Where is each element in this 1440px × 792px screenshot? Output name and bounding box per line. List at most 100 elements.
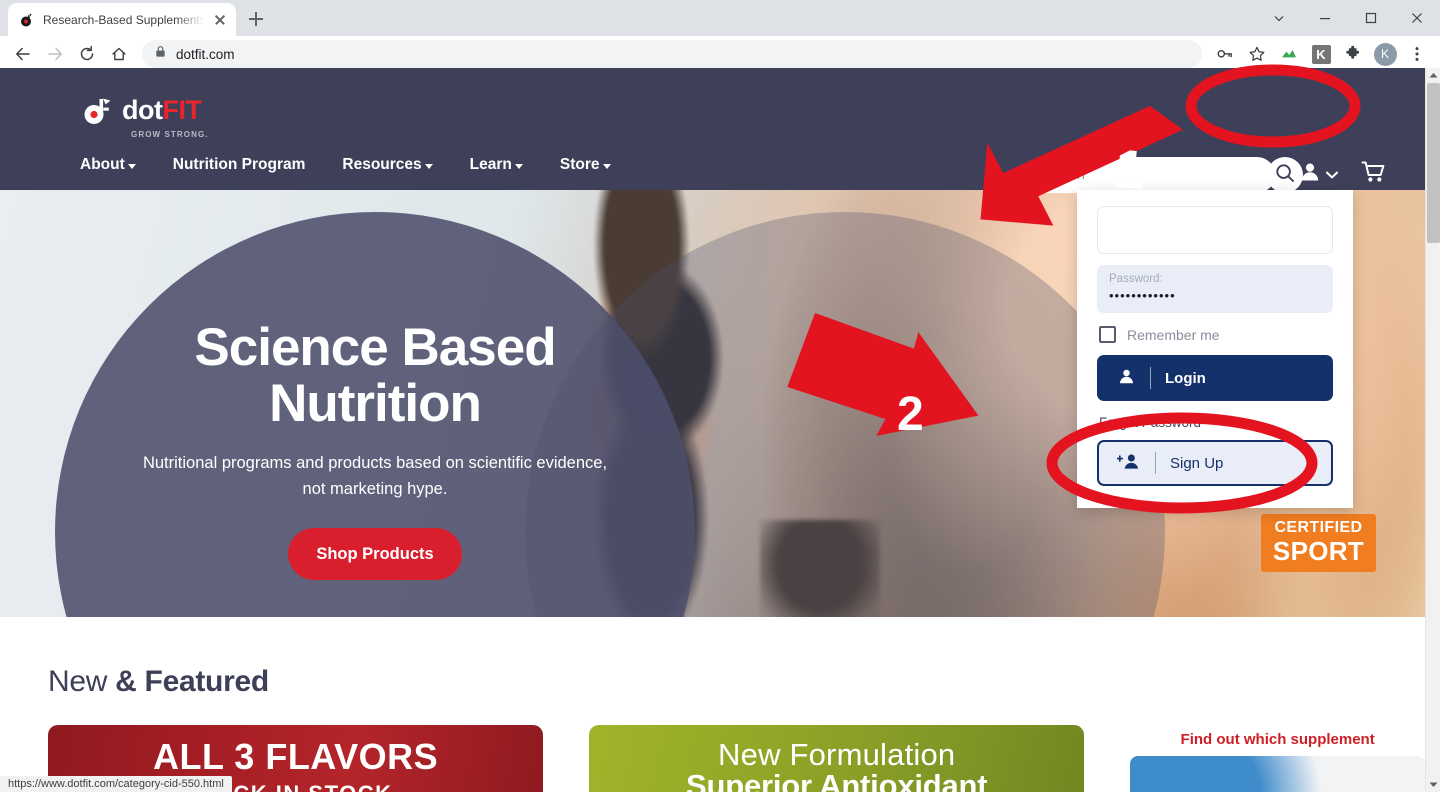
scrollbar-thumb[interactable] <box>1427 83 1440 243</box>
site-header: dotFIT GROW STRONG. About Nutrition Prog… <box>0 68 1425 193</box>
browser-window: Research-Based Supplements An <box>0 0 1440 792</box>
browser-tab[interactable]: Research-Based Supplements An <box>8 3 236 36</box>
badge-line2: SPORT <box>1272 536 1364 566</box>
remember-me-row[interactable]: Remember me <box>1099 326 1333 343</box>
tab-close-icon[interactable] <box>212 12 228 28</box>
close-icon[interactable] <box>1394 0 1440 36</box>
new-tab-button[interactable] <box>242 5 270 33</box>
card-image <box>1130 756 1425 792</box>
profile-avatar[interactable]: K <box>1370 39 1400 69</box>
password-value: •••••••••••• <box>1109 287 1176 303</box>
chevron-down-icon <box>424 164 433 169</box>
lock-icon <box>154 45 167 63</box>
browser-menu-icon[interactable] <box>1402 39 1432 69</box>
remember-me-label: Remember me <box>1127 326 1220 343</box>
shopping-cart-icon <box>1361 161 1387 188</box>
nav-label: Learn <box>469 156 512 173</box>
dotfit-favicon-icon <box>19 12 35 28</box>
collapse-icon[interactable] <box>1256 0 1302 36</box>
user-icon <box>1298 160 1322 189</box>
search-box[interactable] <box>1025 157 1275 193</box>
certified-sport-badge: CERTIFIED SPORT <box>1260 514 1376 572</box>
nav-label: Store <box>559 156 600 173</box>
profile-initial: K <box>1373 42 1397 66</box>
password-label: Password: <box>1109 273 1163 285</box>
puzzle-extension-icon[interactable] <box>1338 39 1368 69</box>
nav-item-about[interactable]: About <box>80 156 136 174</box>
login-button-label: Login <box>1165 369 1206 387</box>
nav-label: About <box>80 156 125 173</box>
nav-label: Resources <box>342 156 422 173</box>
login-button[interactable]: Login <box>1097 355 1333 401</box>
section-title-light: New <box>48 665 116 698</box>
maximize-icon[interactable] <box>1348 0 1394 36</box>
analytics-extension-icon[interactable] <box>1274 39 1304 69</box>
nav-label: Nutrition Program <box>172 156 306 173</box>
nav-item-nutrition-program[interactable]: Nutrition Program <box>173 156 306 174</box>
divider <box>1150 367 1151 389</box>
remember-me-checkbox[interactable] <box>1099 326 1116 343</box>
forgot-password-link[interactable]: Forget Password <box>1099 415 1333 430</box>
status-url-text: https://www.dotfit.com/category-cid-550.… <box>8 778 224 790</box>
search-input[interactable] <box>1039 167 1261 183</box>
address-bar[interactable]: dotfit.com <box>142 40 1202 68</box>
signup-button-label: Sign Up <box>1170 454 1224 472</box>
back-icon[interactable] <box>8 39 38 69</box>
home-icon[interactable] <box>104 39 134 69</box>
card-line1: New Formulation <box>718 737 956 772</box>
card-line1: Find out which supplement <box>1180 731 1375 748</box>
user-icon <box>1117 367 1136 390</box>
chevron-down-icon <box>127 164 136 169</box>
featured-card-supplement-finder[interactable]: Find out which supplement <box>1130 725 1425 792</box>
reload-icon[interactable] <box>72 39 102 69</box>
hero-subtitle-line2: not marketing hype. <box>302 479 448 498</box>
key-icon[interactable] <box>1210 39 1240 69</box>
dotfit-logo-mark-icon <box>82 94 115 127</box>
tab-strip: Research-Based Supplements An <box>0 0 1440 36</box>
hero-subtitle-line1: Nutritional programs and products based … <box>142 454 608 473</box>
search-icon <box>1274 162 1296 189</box>
logo-text-dot: dot <box>122 95 163 125</box>
forward-icon <box>40 39 70 69</box>
account-menu-button[interactable] <box>1298 160 1338 189</box>
shop-products-button[interactable]: Shop Products <box>288 528 462 581</box>
password-field[interactable]: Password: •••••••••••• <box>1097 265 1333 313</box>
chevron-down-icon <box>602 164 611 169</box>
badge-line1: CERTIFIED <box>1274 519 1363 536</box>
site-logo[interactable]: dotFIT GROW STRONG. <box>82 94 209 139</box>
signup-button[interactable]: Sign Up <box>1097 440 1333 486</box>
scroll-up-arrow-icon[interactable] <box>1426 68 1440 83</box>
new-and-featured-section: New & Featured ALL 3 FLAVORS BACK IN STO… <box>0 617 1425 792</box>
add-user-icon <box>1116 452 1141 475</box>
k-extension-icon[interactable]: K <box>1306 39 1336 69</box>
browser-toolbar: dotfit.com K K <box>0 36 1440 72</box>
chevron-down-icon <box>1326 166 1338 184</box>
k-extension-label: K <box>1311 44 1331 64</box>
logo-text-fit: FIT <box>162 95 202 125</box>
nav-item-store[interactable]: Store <box>560 156 611 174</box>
main-navigation: About Nutrition Program Resources Learn <box>80 156 611 174</box>
card-line1: ALL 3 FLAVORS <box>152 736 439 777</box>
username-field[interactable] <box>1097 206 1333 254</box>
logo-tagline: GROW STRONG. <box>131 130 209 139</box>
nav-item-resources[interactable]: Resources <box>342 156 433 174</box>
card-line2: Superior Antioxidant <box>686 768 988 792</box>
nav-item-learn[interactable]: Learn <box>470 156 523 174</box>
hero-heading-line1: Science Based <box>194 318 556 377</box>
section-title-bold: & Featured <box>115 665 269 698</box>
window-controls <box>1256 0 1440 36</box>
section-title: New & Featured <box>48 665 1425 699</box>
hero-heading-line2: Nutrition <box>269 374 482 434</box>
cart-button[interactable] <box>1361 160 1387 189</box>
page-scrollbar[interactable] <box>1425 68 1440 792</box>
featured-card-antioxidant[interactable]: New Formulation Superior Antioxidant <box>589 725 1085 792</box>
scroll-down-arrow-icon[interactable] <box>1426 777 1440 792</box>
featured-cards: ALL 3 FLAVORS BACK IN STOCK New Formulat… <box>48 725 1425 792</box>
minimize-icon[interactable] <box>1302 0 1348 36</box>
bookmark-star-icon[interactable] <box>1242 39 1272 69</box>
toolbar-right-icons: K K <box>1210 39 1432 69</box>
chevron-down-icon <box>514 164 523 169</box>
search-area <box>1025 157 1303 193</box>
page-viewport: dotFIT GROW STRONG. About Nutrition Prog… <box>0 68 1440 792</box>
website-content: dotFIT GROW STRONG. About Nutrition Prog… <box>0 68 1425 792</box>
